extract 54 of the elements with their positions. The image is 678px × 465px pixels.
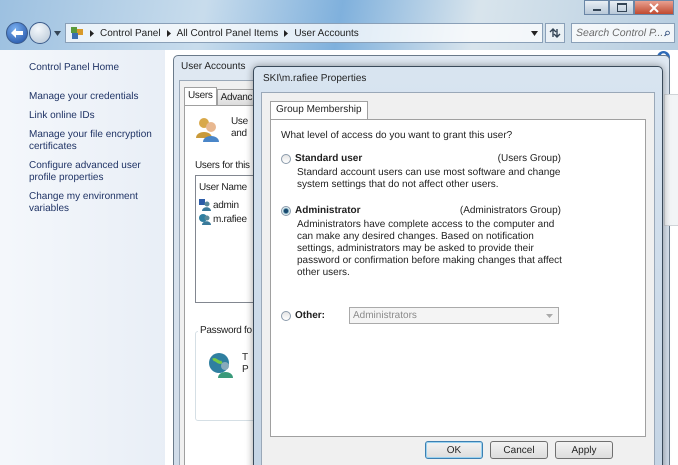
section-label: Users for this	[195, 160, 250, 171]
minimize-button[interactable]	[584, 0, 609, 15]
close-icon	[649, 2, 659, 12]
user-row[interactable]: m.rafiee	[199, 213, 274, 225]
description-text: and	[231, 128, 248, 140]
sidebar-link[interactable]: Manage your credentials	[29, 91, 155, 103]
close-button[interactable]	[634, 0, 674, 15]
tab[interactable]: Users	[184, 87, 217, 105]
description-text: T	[242, 352, 248, 364]
chevron-right-icon	[166, 30, 171, 36]
breadcrumb[interactable]: Control Panel	[100, 28, 161, 38]
option-description: Administrators have complete access to the computer and can make any desired changes. Based on notification settings, administrators may be asked to provide their password or confirmation before making changes that affect other users.	[297, 219, 563, 279]
option-label[interactable]: Administrator	[295, 205, 361, 216]
dropdown-arrow-icon[interactable]	[531, 30, 538, 36]
sidebar-link[interactable]: Manage your file encryption certificates	[29, 129, 155, 153]
dialog-button[interactable]: Cancel	[490, 441, 548, 459]
maximize-button[interactable]	[609, 0, 634, 15]
option-description: Standard account users can use most software and change system settings that do not affect other users.	[297, 167, 562, 191]
arrow-left-icon	[10, 27, 24, 39]
control-panel-icon	[70, 26, 84, 40]
dropdown-arrow-icon	[546, 314, 553, 318]
dialog-button[interactable]: Apply	[555, 441, 613, 459]
users-icon	[195, 116, 221, 142]
chevron-right-icon	[90, 30, 94, 36]
breadcrumb[interactable]: All Control Panel Items	[176, 28, 278, 38]
address-bar[interactable]: Control Panel All Control Panel Items User Accounts	[65, 23, 543, 43]
description-text: P	[242, 364, 248, 376]
user-row[interactable]: admin	[199, 199, 274, 211]
description-text: Use	[231, 116, 248, 128]
chevron-right-icon	[284, 30, 288, 36]
sidebar-link[interactable]: Link online IDs	[29, 110, 155, 122]
question-text: What level of access do you want to grant this user?	[281, 130, 514, 141]
radio-button[interactable]	[281, 206, 291, 216]
sidebar-link[interactable]: Control Panel Home	[29, 62, 155, 74]
refresh-icon	[549, 28, 561, 38]
history-dropdown-icon[interactable]	[54, 30, 61, 36]
refresh-button[interactable]	[545, 23, 565, 43]
sidebar-link[interactable]: Configure advanced user profile properties	[29, 160, 155, 184]
group-box-title: Password fo	[198, 325, 254, 336]
tab[interactable]: Group Membership	[270, 101, 368, 119]
back-button[interactable]	[6, 22, 28, 44]
option-label[interactable]: Standard user	[295, 153, 362, 164]
radio-button[interactable]	[281, 154, 291, 164]
search-field[interactable]: Search Control P...	[571, 23, 675, 43]
forward-button[interactable]	[29, 22, 51, 44]
admin-user-icon	[199, 199, 211, 211]
search-icon	[664, 28, 670, 38]
group-name: (Administrators Group)	[460, 205, 561, 216]
group-name: (Users Group)	[498, 153, 561, 164]
window-title: SKI\m.rafiee Properties	[262, 72, 366, 86]
sidebar-link[interactable]: Change my environment variables	[29, 191, 155, 215]
dialog-button[interactable]: OK	[425, 441, 483, 459]
window-title: User Accounts	[180, 60, 246, 74]
breadcrumb[interactable]: User Accounts	[294, 28, 359, 38]
